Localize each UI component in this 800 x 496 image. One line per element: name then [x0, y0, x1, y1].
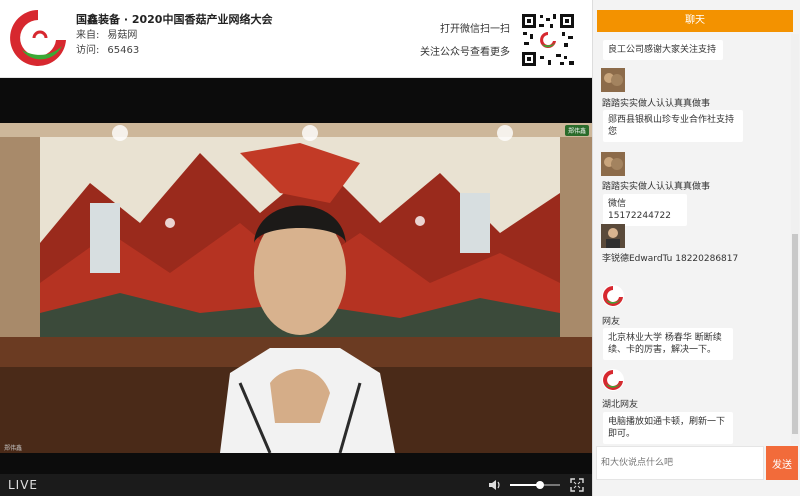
user-avatar-icon: [601, 152, 625, 176]
chat-input[interactable]: [597, 447, 763, 479]
chat-username: 李锐德EdwardTu 18220286817: [602, 251, 738, 264]
chat-message-text: 18220286817: [675, 254, 739, 264]
chat-input-box[interactable]: [596, 446, 764, 480]
camera-badge: 郑伟鑫: [565, 125, 590, 136]
chat-message-text: 郧西县银枫山珍专业合作社支持您: [603, 110, 743, 142]
fullscreen-icon[interactable]: [570, 478, 584, 492]
player-controls: LIVE: [0, 474, 592, 496]
visits-info: 访问: 65463: [76, 41, 139, 56]
qr-code-icon: [520, 12, 576, 68]
chat-message-text: 电脑播放如通卡顿，刷新一下即可。: [603, 412, 733, 444]
chat-scrollbar[interactable]: [791, 34, 799, 444]
chat-username: 踏踏实实做人认认真真做事: [602, 182, 711, 192]
volume-icon[interactable]: [488, 479, 502, 491]
video-image: [0, 123, 592, 453]
volume-knob[interactable]: [536, 481, 544, 489]
camera-label: 郑伟鑫: [4, 445, 23, 452]
user-avatar-icon: [602, 285, 624, 307]
scrollbar-thumb[interactable]: [792, 234, 798, 434]
chat-username: 湖北网友: [602, 400, 639, 410]
live-indicator: LIVE: [8, 478, 39, 492]
visits-count: 65463: [107, 45, 140, 56]
video-frame[interactable]: [0, 123, 592, 453]
chat-username: 踏踏实实做人认认真真做事: [602, 99, 711, 109]
page-header: 国鑫装备 · 2020中国香菇产业网络大会 来自: 易菇网 访问: 65463 打开…: [0, 0, 592, 78]
follow-hint: 关注公众号查看更多: [420, 47, 510, 58]
visits-label: 访问:: [76, 45, 100, 56]
chat-username-text: 李锐德EdwardTu: [602, 254, 673, 264]
chat-message-text: 微信15172244722: [603, 194, 687, 226]
page-title: 国鑫装备 · 2020中国香菇产业网络大会: [76, 13, 273, 26]
send-button[interactable]: 发送: [766, 446, 798, 480]
chat-message-text: 良工公司感谢大家关注支持: [603, 40, 723, 60]
source-label: 来自:: [76, 30, 100, 41]
user-avatar-icon: [601, 224, 625, 248]
source-info: 来自: 易菇网: [76, 26, 137, 41]
source-value[interactable]: 易菇网: [107, 30, 137, 41]
chat-username: 网友: [602, 317, 621, 327]
chat-message-text: 北京林业大学 杨春华 断断续续、卡的厉害，解决一下。: [603, 328, 733, 360]
chat-title: 聊天: [597, 10, 793, 32]
video-player[interactable]: 郑伟鑫 郑伟鑫: [0, 78, 592, 474]
volume-slider[interactable]: [510, 481, 560, 489]
brand-logo-icon: [8, 8, 68, 68]
user-avatar-icon: [601, 68, 625, 92]
chat-message-list[interactable]: 良工公司感谢大家关注支持 踏踏实实做人认认真真做事 郧西县银枫山珍专业合作社支持…: [593, 34, 791, 444]
chat-panel: 聊天 良工公司感谢大家关注支持 踏踏实实做人认认真真做事 郧西县银枫山珍专业合作…: [592, 0, 800, 496]
user-avatar-icon: [602, 369, 624, 391]
scan-hint: 打开微信扫一扫: [440, 24, 510, 35]
